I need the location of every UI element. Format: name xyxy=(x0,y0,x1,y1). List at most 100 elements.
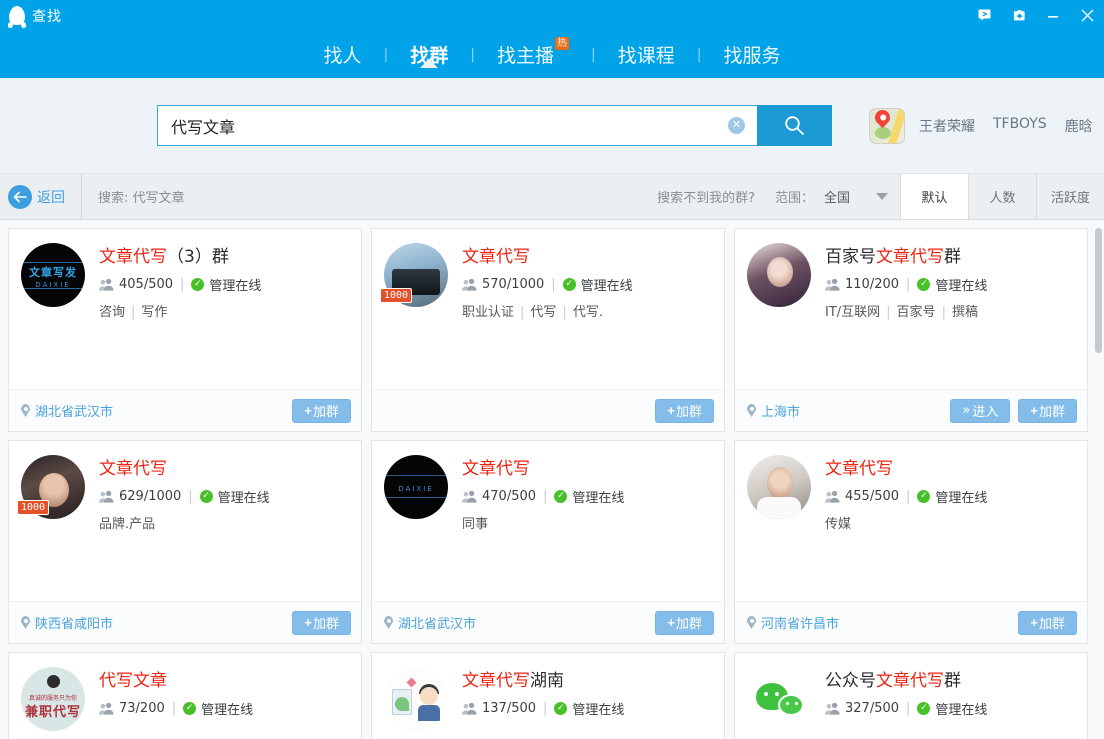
group-result-card[interactable]: 1000 文章代写 629/1000 | ✓ 管理在线 品牌.产品 陕西省咸阳市 + 加群 xyxy=(8,440,362,644)
group-avatar[interactable] xyxy=(384,667,448,731)
results-scrollbar[interactable] xyxy=(1093,220,1104,739)
nav-item-find-anchor[interactable]: 找主播热 xyxy=(475,37,591,68)
group-avatar[interactable]: 文章写发 DAIXIE xyxy=(21,243,85,307)
group-tags: 咨询 | 写作 xyxy=(99,301,261,320)
group-location[interactable]: 湖北省武汉市 xyxy=(21,401,113,420)
nav-item-find-people[interactable]: 找人 xyxy=(302,41,384,68)
members-icon xyxy=(462,278,477,291)
group-tag[interactable]: 写作 xyxy=(141,305,167,320)
group-tag[interactable]: IT/互联网 xyxy=(825,305,880,320)
member-count: 470/500 xyxy=(482,489,537,504)
card-info: 文章代写 629/1000 | ✓ 管理在线 品牌.产品 xyxy=(99,455,270,601)
group-avatar[interactable] xyxy=(747,243,811,307)
online-check-icon: ✓ xyxy=(917,278,931,291)
hot-word-1[interactable]: 王者荣耀 xyxy=(919,116,975,136)
group-tag[interactable]: 传媒 xyxy=(825,517,851,532)
group-tag[interactable]: 代写. xyxy=(573,305,603,320)
group-result-card[interactable]: 1000 文章代写 570/1000 | ✓ 管理在线 职业认证 | 代写 | 代写. + 加群 xyxy=(371,228,725,432)
join-group-button[interactable]: + 加群 xyxy=(655,398,714,423)
online-check-icon: ✓ xyxy=(183,702,197,715)
group-result-card[interactable]: 公众号文章代写群327/500|✓管理在线+加群 xyxy=(734,652,1088,739)
scope-dropdown[interactable]: 全国 xyxy=(814,174,900,219)
nav-item-find-service[interactable]: 找服务 xyxy=(701,41,802,68)
group-location[interactable]: 陕西省咸阳市 xyxy=(21,613,113,632)
card-actions: + 加群 xyxy=(655,610,714,635)
tag-separator: | xyxy=(131,305,136,320)
group-tag[interactable]: 撰稿 xyxy=(952,305,978,320)
close-icon[interactable] xyxy=(1070,0,1104,31)
hot-word-2[interactable]: TFBOYS xyxy=(993,116,1047,136)
join-group-button[interactable]: + 加群 xyxy=(292,398,351,423)
group-tag[interactable]: 职业认证 xyxy=(462,305,514,320)
feedback-icon[interactable] xyxy=(968,0,1002,31)
card-info: 公众号文章代写群 327/500 | ✓ 管理在线 xyxy=(825,667,987,739)
group-title[interactable]: 文章代写 xyxy=(462,245,633,269)
group-tag[interactable]: 百家号 xyxy=(897,305,936,320)
meta-separator: | xyxy=(180,277,185,292)
plus-icon: + xyxy=(667,615,675,630)
hot-words: 王者荣耀 TFBOYS 鹿晗 xyxy=(919,116,1093,136)
group-avatar[interactable] xyxy=(747,455,811,519)
map-pin-icon[interactable] xyxy=(869,107,905,144)
group-title[interactable]: 文章代写 xyxy=(825,457,987,481)
capacity-badge: 1000 xyxy=(380,288,413,303)
group-tag[interactable]: 品牌.产品 xyxy=(99,517,155,532)
meta-separator: | xyxy=(906,489,911,504)
group-avatar[interactable]: DAIXIE xyxy=(384,455,448,519)
location-pin-icon xyxy=(384,616,393,629)
join-label: 加群 xyxy=(1038,405,1065,420)
scope-label: 范围： xyxy=(774,191,814,206)
members-icon xyxy=(99,702,114,715)
group-title[interactable]: 代写文章 xyxy=(99,669,253,693)
group-title[interactable]: 百家号文章代写群 xyxy=(825,245,987,269)
search-field[interactable]: ✕ xyxy=(157,105,757,146)
member-count: 570/1000 xyxy=(482,277,545,292)
search-input[interactable] xyxy=(171,116,728,135)
admin-online-status: 管理在线 xyxy=(935,703,988,718)
group-tag[interactable]: 咨询 xyxy=(99,305,125,320)
group-result-card[interactable]: DAIXIE 文章代写 470/500 | ✓ 管理在线 同事 湖北省武汉市 + 加群 xyxy=(371,440,725,644)
first-aid-icon[interactable] xyxy=(1002,0,1036,31)
group-result-card[interactable]: 文章代写湖南137/500|✓管理在线+加群 xyxy=(371,652,725,739)
join-group-button[interactable]: + 加群 xyxy=(1018,610,1077,635)
scrollbar-thumb[interactable] xyxy=(1095,228,1102,353)
group-result-card[interactable]: 文章写发 DAIXIE 文章代写（3）群 405/500 | ✓ 管理在线 咨询 | 写作 湖北省武… xyxy=(8,228,362,432)
avatar-text-en: DAIXIE xyxy=(398,485,434,493)
join-group-button[interactable]: + 加群 xyxy=(655,610,714,635)
nav-item-find-group[interactable]: 找群 xyxy=(388,41,470,68)
group-tag[interactable]: 代写 xyxy=(530,305,556,320)
meta-separator: | xyxy=(543,701,548,716)
group-avatar[interactable]: 真诚的服务只为你 兼职代写 xyxy=(21,667,85,731)
group-title[interactable]: 公众号文章代写群 xyxy=(825,669,987,693)
clear-icon[interactable]: ✕ xyxy=(728,117,745,134)
sort-tab-activity[interactable]: 活跃度 xyxy=(1036,174,1104,219)
join-group-button[interactable]: + 加群 xyxy=(1018,398,1077,423)
group-result-card[interactable]: 文章代写 455/500 | ✓ 管理在线 传媒 河南省许昌市 + 加群 xyxy=(734,440,1088,644)
results-grid: 文章写发 DAIXIE 文章代写（3）群 405/500 | ✓ 管理在线 咨询 | 写作 湖北省武… xyxy=(8,228,1094,739)
hot-word-3[interactable]: 鹿晗 xyxy=(1065,116,1093,136)
group-title[interactable]: 文章代写 xyxy=(462,457,624,481)
group-tags: 职业认证 | 代写 | 代写. xyxy=(462,301,633,320)
cannot-find-group-link[interactable]: 搜索不到我的群? xyxy=(643,174,769,219)
back-button[interactable]: 返回 xyxy=(0,174,82,219)
group-title[interactable]: 文章代写（3）群 xyxy=(99,245,261,269)
sort-tab-default[interactable]: 默认 xyxy=(900,174,968,219)
minimize-icon[interactable] xyxy=(1036,0,1070,31)
group-result-card[interactable]: 真诚的服务只为你兼职代写代写文章73/200|✓管理在线+加群 xyxy=(8,652,362,739)
qq-penguin-icon xyxy=(6,3,28,29)
search-button[interactable] xyxy=(757,105,832,146)
location-label: 陕西省咸阳市 xyxy=(35,617,114,632)
sort-tab-member-count[interactable]: 人数 xyxy=(968,174,1036,219)
group-tag[interactable]: 同事 xyxy=(462,517,488,532)
nav-item-find-course[interactable]: 找课程 xyxy=(596,41,697,68)
group-location[interactable]: 湖北省武汉市 xyxy=(384,613,476,632)
group-title[interactable]: 文章代写 xyxy=(99,457,270,481)
group-result-card[interactable]: 百家号文章代写群 110/200 | ✓ 管理在线 IT/互联网 | 百家号 | 撰稿 上海市» 进入… xyxy=(734,228,1088,432)
join-group-button[interactable]: + 加群 xyxy=(292,610,351,635)
group-avatar[interactable] xyxy=(747,667,811,731)
group-location[interactable]: 河南省许昌市 xyxy=(747,613,839,632)
group-title[interactable]: 文章代写湖南 xyxy=(462,669,624,693)
group-location[interactable]: 上海市 xyxy=(747,401,800,420)
enter-group-button[interactable]: » 进入 xyxy=(950,398,1011,423)
card-info: 代写文章 73/200 | ✓ 管理在线 xyxy=(99,667,253,739)
